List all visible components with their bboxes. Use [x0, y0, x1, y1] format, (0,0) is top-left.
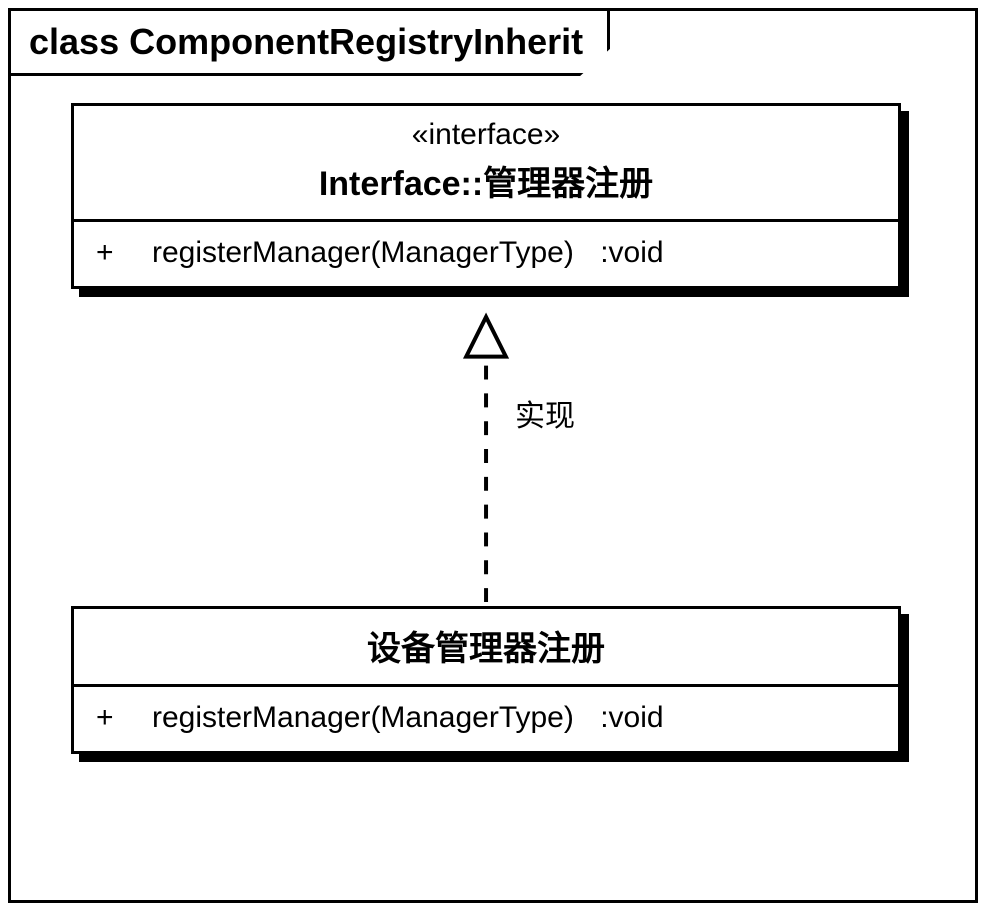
method-row: + registerManager(ManagerType) :void [74, 222, 898, 286]
frame-title: class ComponentRegistryInherit [8, 8, 610, 76]
method-sig-text: registerManager(ManagerType) [152, 236, 574, 269]
relationship-label: 实现 [511, 391, 579, 435]
class-name: 设备管理器注册 [92, 621, 880, 670]
relationship-label-text: 实现 [515, 400, 575, 433]
box-header: 设备管理器注册 [74, 609, 898, 687]
class-name: Interface::管理器注册 [92, 156, 880, 205]
method-return: :void [600, 701, 663, 735]
method-return: :void [600, 236, 663, 270]
method-visibility: + [96, 701, 124, 735]
interface-class-box: «interface» Interface::管理器注册 + registerM… [71, 103, 901, 289]
method-signature: registerManager(ManagerType) :void [152, 701, 876, 735]
frame-title-text: class ComponentRegistryInherit [29, 21, 583, 62]
method-sig-text: registerManager(ManagerType) [152, 701, 574, 734]
box-inner: 设备管理器注册 + registerManager(ManagerType) :… [71, 606, 901, 754]
box-header: «interface» Interface::管理器注册 [74, 106, 898, 222]
method-visibility: + [96, 236, 124, 270]
stereotype-label: «interface» [92, 118, 880, 152]
method-signature: registerManager(ManagerType) :void [152, 236, 876, 270]
impl-class-box: 设备管理器注册 + registerManager(ManagerType) :… [71, 606, 901, 754]
box-inner: «interface» Interface::管理器注册 + registerM… [71, 103, 901, 289]
diagram-frame: class ComponentRegistryInherit «interfac… [8, 8, 978, 903]
method-row: + registerManager(ManagerType) :void [74, 687, 898, 751]
